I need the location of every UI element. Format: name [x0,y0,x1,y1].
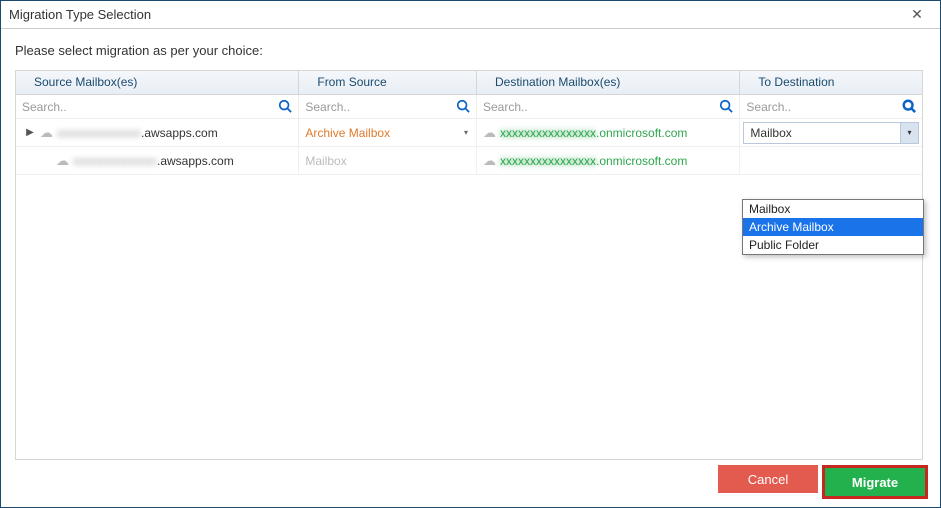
source-mailbox-redacted: xxxxxxxxxxxxxx [57,126,141,140]
search-to-destination[interactable] [740,96,922,118]
instruction-text: Please select migration as per your choi… [15,43,926,58]
search-row [16,95,922,119]
dropdown-option-public-folder[interactable]: Public Folder [743,236,923,254]
dropdown-option-mailbox[interactable]: Mailbox [743,200,923,218]
cloud-icon: ☁ [40,125,53,141]
title-bar: Migration Type Selection ✕ [1,1,940,29]
expand-icon[interactable]: ▶ [24,127,36,138]
source-mailbox-domain: .awsapps.com [141,126,218,140]
search-icon[interactable] [719,99,733,113]
table-row[interactable]: ☁ xxxxxxxxxxxxxx .awsapps.com Mailbox ☁ … [16,147,922,175]
cloud-icon: ☁ [483,125,496,141]
header-to-destination[interactable]: To Destination [740,71,922,94]
from-source-value[interactable]: Mailbox [305,154,346,168]
dropdown-option-archive-mailbox[interactable]: Archive Mailbox [743,218,923,236]
search-icon[interactable] [456,99,470,113]
migrate-button[interactable]: Migrate [825,468,925,496]
to-destination-value: Mailbox [750,126,791,140]
chevron-down-icon[interactable]: ▾ [464,128,468,137]
destination-mailbox-domain: .onmicrosoft.com [596,126,687,140]
header-from-source[interactable]: From Source [299,71,477,94]
dropdown-button-icon[interactable]: ▾ [900,123,918,143]
migrate-button-highlight: Migrate [822,465,928,499]
column-headers: Source Mailbox(es) From Source Destinati… [16,71,922,95]
search-icon[interactable] [278,99,292,113]
cancel-button[interactable]: Cancel [718,465,818,493]
source-mailbox-redacted: xxxxxxxxxxxxxx [73,154,157,168]
destination-mailbox-redacted: xxxxxxxxxxxxxxxx [500,126,596,140]
window-title: Migration Type Selection [9,7,902,22]
destination-mailbox-domain: .onmicrosoft.com [596,154,687,168]
to-destination-dropdown[interactable]: Mailbox Archive Mailbox Public Folder [742,199,924,255]
search-icon[interactable] [902,99,916,113]
cloud-icon: ☁ [483,153,496,169]
source-mailbox-domain: .awsapps.com [157,154,234,168]
search-from-source[interactable] [299,96,476,118]
header-destination-mailbox[interactable]: Destination Mailbox(es) [477,71,740,94]
to-destination-select[interactable]: Mailbox ▾ [743,122,919,144]
header-source-mailbox[interactable]: Source Mailbox(es) [16,71,299,94]
dialog-footer: Cancel Migrate [718,465,928,499]
migration-grid: Source Mailbox(es) From Source Destinati… [15,70,923,460]
cloud-icon: ☁ [56,153,69,169]
table-row[interactable]: ▶ ☁ xxxxxxxxxxxxxx .awsapps.com Archive … [16,119,922,147]
dialog-body: Please select migration as per your choi… [1,29,940,470]
destination-mailbox-redacted: xxxxxxxxxxxxxxxx [500,154,596,168]
from-source-value[interactable]: Archive Mailbox [305,126,390,140]
search-destination-mailbox[interactable] [477,96,739,118]
close-icon[interactable]: ✕ [902,6,932,23]
search-source-mailbox[interactable] [16,96,298,118]
